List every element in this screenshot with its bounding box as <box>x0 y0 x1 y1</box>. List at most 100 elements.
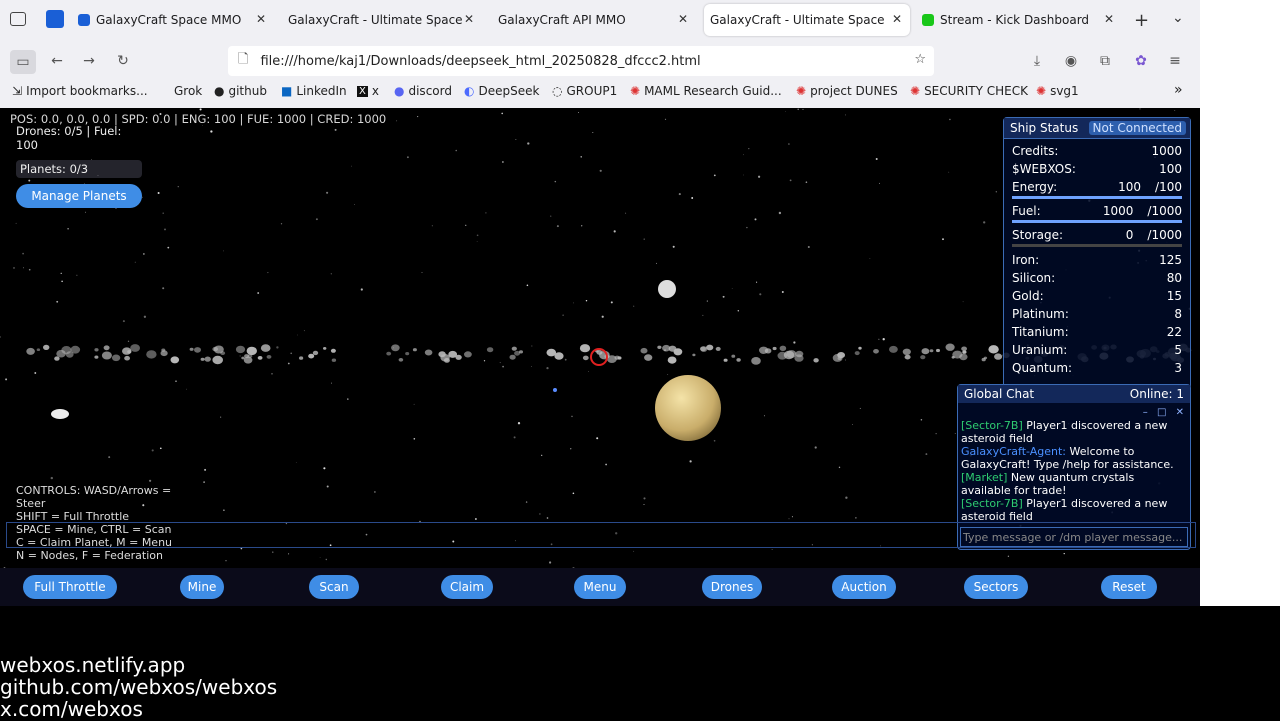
menu-button[interactable]: Menu <box>574 575 626 599</box>
bookmark-deepseek[interactable]: ◐ DeepSeek <box>464 84 539 98</box>
chat-message: GalaxyCraft-Agent: Welcome to GalaxyCraf… <box>961 445 1185 471</box>
resource-row: Quantum: 3 <box>1012 361 1182 375</box>
bookmark-label: GROUP1 <box>566 84 618 98</box>
bookmark-label: DeepSeek <box>478 84 540 98</box>
star <box>610 301 613 304</box>
discord-icon: ● <box>394 84 405 98</box>
bookmark-discord[interactable]: ● discord <box>394 84 452 98</box>
close-icon[interactable]: ✕ <box>892 12 902 26</box>
new-tab-icon[interactable]: + <box>1134 10 1149 31</box>
minimize-icon[interactable]: – <box>1143 407 1148 418</box>
resource-name: Quantum: <box>1012 361 1073 375</box>
asteroid <box>546 348 557 357</box>
close-icon[interactable]: ✕ <box>256 12 266 26</box>
star <box>983 221 986 224</box>
star <box>15 222 17 224</box>
asteroid <box>386 351 392 356</box>
asteroid <box>124 355 130 361</box>
mine-button[interactable]: Mine <box>180 575 224 599</box>
close-icon[interactable]: ✕ <box>1104 12 1114 26</box>
asteroid <box>189 347 194 351</box>
close-icon[interactable]: ✕ <box>1176 407 1184 418</box>
asteroid <box>440 354 450 362</box>
asteroid <box>330 348 336 353</box>
url-bar[interactable]: 🗋 file:///home/kaj1/Downloads/deepseek_h… <box>228 46 934 76</box>
star <box>942 238 944 241</box>
resource-name: Iron: <box>1012 253 1040 267</box>
account-icon[interactable]: ◉ <box>1060 50 1082 72</box>
star <box>22 252 24 255</box>
menu-icon[interactable]: ≡ <box>1164 50 1186 72</box>
bookmark-label: discord <box>408 84 452 98</box>
resource-name: Titanium: <box>1012 325 1069 339</box>
maximize-icon[interactable]: □ <box>1157 407 1166 418</box>
star <box>517 422 521 425</box>
star <box>502 365 504 368</box>
asteroid <box>405 352 410 356</box>
bookmark-group1[interactable]: ◌ GROUP1 <box>552 84 617 98</box>
claim-button[interactable]: Claim <box>441 575 493 599</box>
bookmark-linkedin[interactable]: ■ LinkedIn <box>281 84 347 98</box>
fuel-value: 1000 <box>1102 204 1134 218</box>
star <box>731 288 733 289</box>
star <box>50 476 53 480</box>
controls-help: CONTROLS: WASD/Arrows = Steer SHIFT = Fu… <box>16 484 173 562</box>
browser-chrome: GalaxyCraft Space MMO De ✕ GalaxyCraft -… <box>0 0 1200 108</box>
bookmark-github[interactable]: ● github <box>214 84 267 98</box>
scan-button[interactable]: Scan <box>309 575 359 599</box>
star <box>546 366 549 370</box>
tab-list-icon[interactable] <box>10 12 26 26</box>
bookmark-import[interactable]: ⇲ Import bookmarks... <box>12 84 148 98</box>
tab-galaxycraft-active[interactable]: GalaxyCraft - Ultimate Space M ✕ <box>704 4 910 36</box>
bookmark-star-icon[interactable]: ☆ <box>914 52 926 67</box>
asteroid <box>299 356 304 360</box>
asteroid <box>759 346 769 354</box>
sectors-button[interactable]: Sectors <box>964 575 1028 599</box>
drones-button[interactable]: Drones <box>702 575 762 599</box>
manage-planets-button[interactable]: Manage Planets <box>16 184 142 208</box>
storage-label: Storage: <box>1012 228 1063 242</box>
asteroid <box>644 354 653 361</box>
back-icon[interactable]: ← <box>46 50 68 72</box>
auction-button[interactable]: Auction <box>832 575 896 599</box>
downloads-icon[interactable]: ⤓ <box>1026 50 1048 72</box>
extensions-icon[interactable]: ⧉ <box>1094 50 1116 72</box>
asteroid <box>640 347 648 354</box>
chevron-down-icon[interactable]: ⌄ <box>1172 10 1184 26</box>
close-icon[interactable]: ✕ <box>678 12 688 26</box>
pinned-tab[interactable] <box>46 10 64 28</box>
star <box>67 227 69 230</box>
extension-color-icon[interactable]: ✿ <box>1130 50 1152 72</box>
bookmark-maml[interactable]: ✺ MAML Research Guid... <box>630 84 782 98</box>
bookmark-security[interactable]: ✺ SECURITY CHECK <box>910 84 1028 98</box>
bookmark-svg1[interactable]: ✺ svg1 <box>1036 84 1079 98</box>
asteroid <box>398 358 404 362</box>
star <box>599 169 602 172</box>
bookmark-label: Import bookmarks... <box>26 84 148 98</box>
asteroid <box>921 348 930 355</box>
reset-button[interactable]: Reset <box>1101 575 1157 599</box>
bookmark-dunes[interactable]: ✺ project DUNES <box>796 84 898 98</box>
star <box>360 288 363 291</box>
star <box>925 453 928 456</box>
forward-icon[interactable]: → <box>78 50 100 72</box>
star <box>702 314 704 316</box>
asteroid <box>391 344 400 352</box>
bookmark-grok[interactable]: Grok <box>174 84 202 98</box>
tab-galaxycraft-1[interactable]: GalaxyCraft Space MMO De ✕ <box>74 4 274 36</box>
full-throttle-button[interactable]: Full Throttle <box>23 575 117 599</box>
sidebar-toggle-icon[interactable]: ▭ <box>10 50 36 74</box>
star <box>713 439 716 442</box>
tab-galaxycraft-2[interactable]: GalaxyCraft - Ultimate Space M ✕ <box>282 4 482 36</box>
reload-icon[interactable]: ↻ <box>112 50 134 72</box>
star <box>546 517 549 519</box>
close-icon[interactable]: ✕ <box>464 12 474 26</box>
bookmark-x[interactable]: Xx <box>357 84 379 98</box>
tab-kick[interactable]: Stream - Kick Dashboard ✕ <box>916 4 1122 36</box>
asteroid <box>961 346 967 352</box>
tab-galaxycraft-api[interactable]: GalaxyCraft API MMO ✕ <box>492 4 696 36</box>
connection-status[interactable]: Not Connected <box>1088 121 1186 135</box>
chevron-right-icon[interactable]: » <box>1174 82 1183 98</box>
star <box>374 491 376 493</box>
game-viewport[interactable]: POS: 0.0, 0.0, 0.0 | SPD: 0.0 | ENG: 100… <box>0 108 1200 606</box>
